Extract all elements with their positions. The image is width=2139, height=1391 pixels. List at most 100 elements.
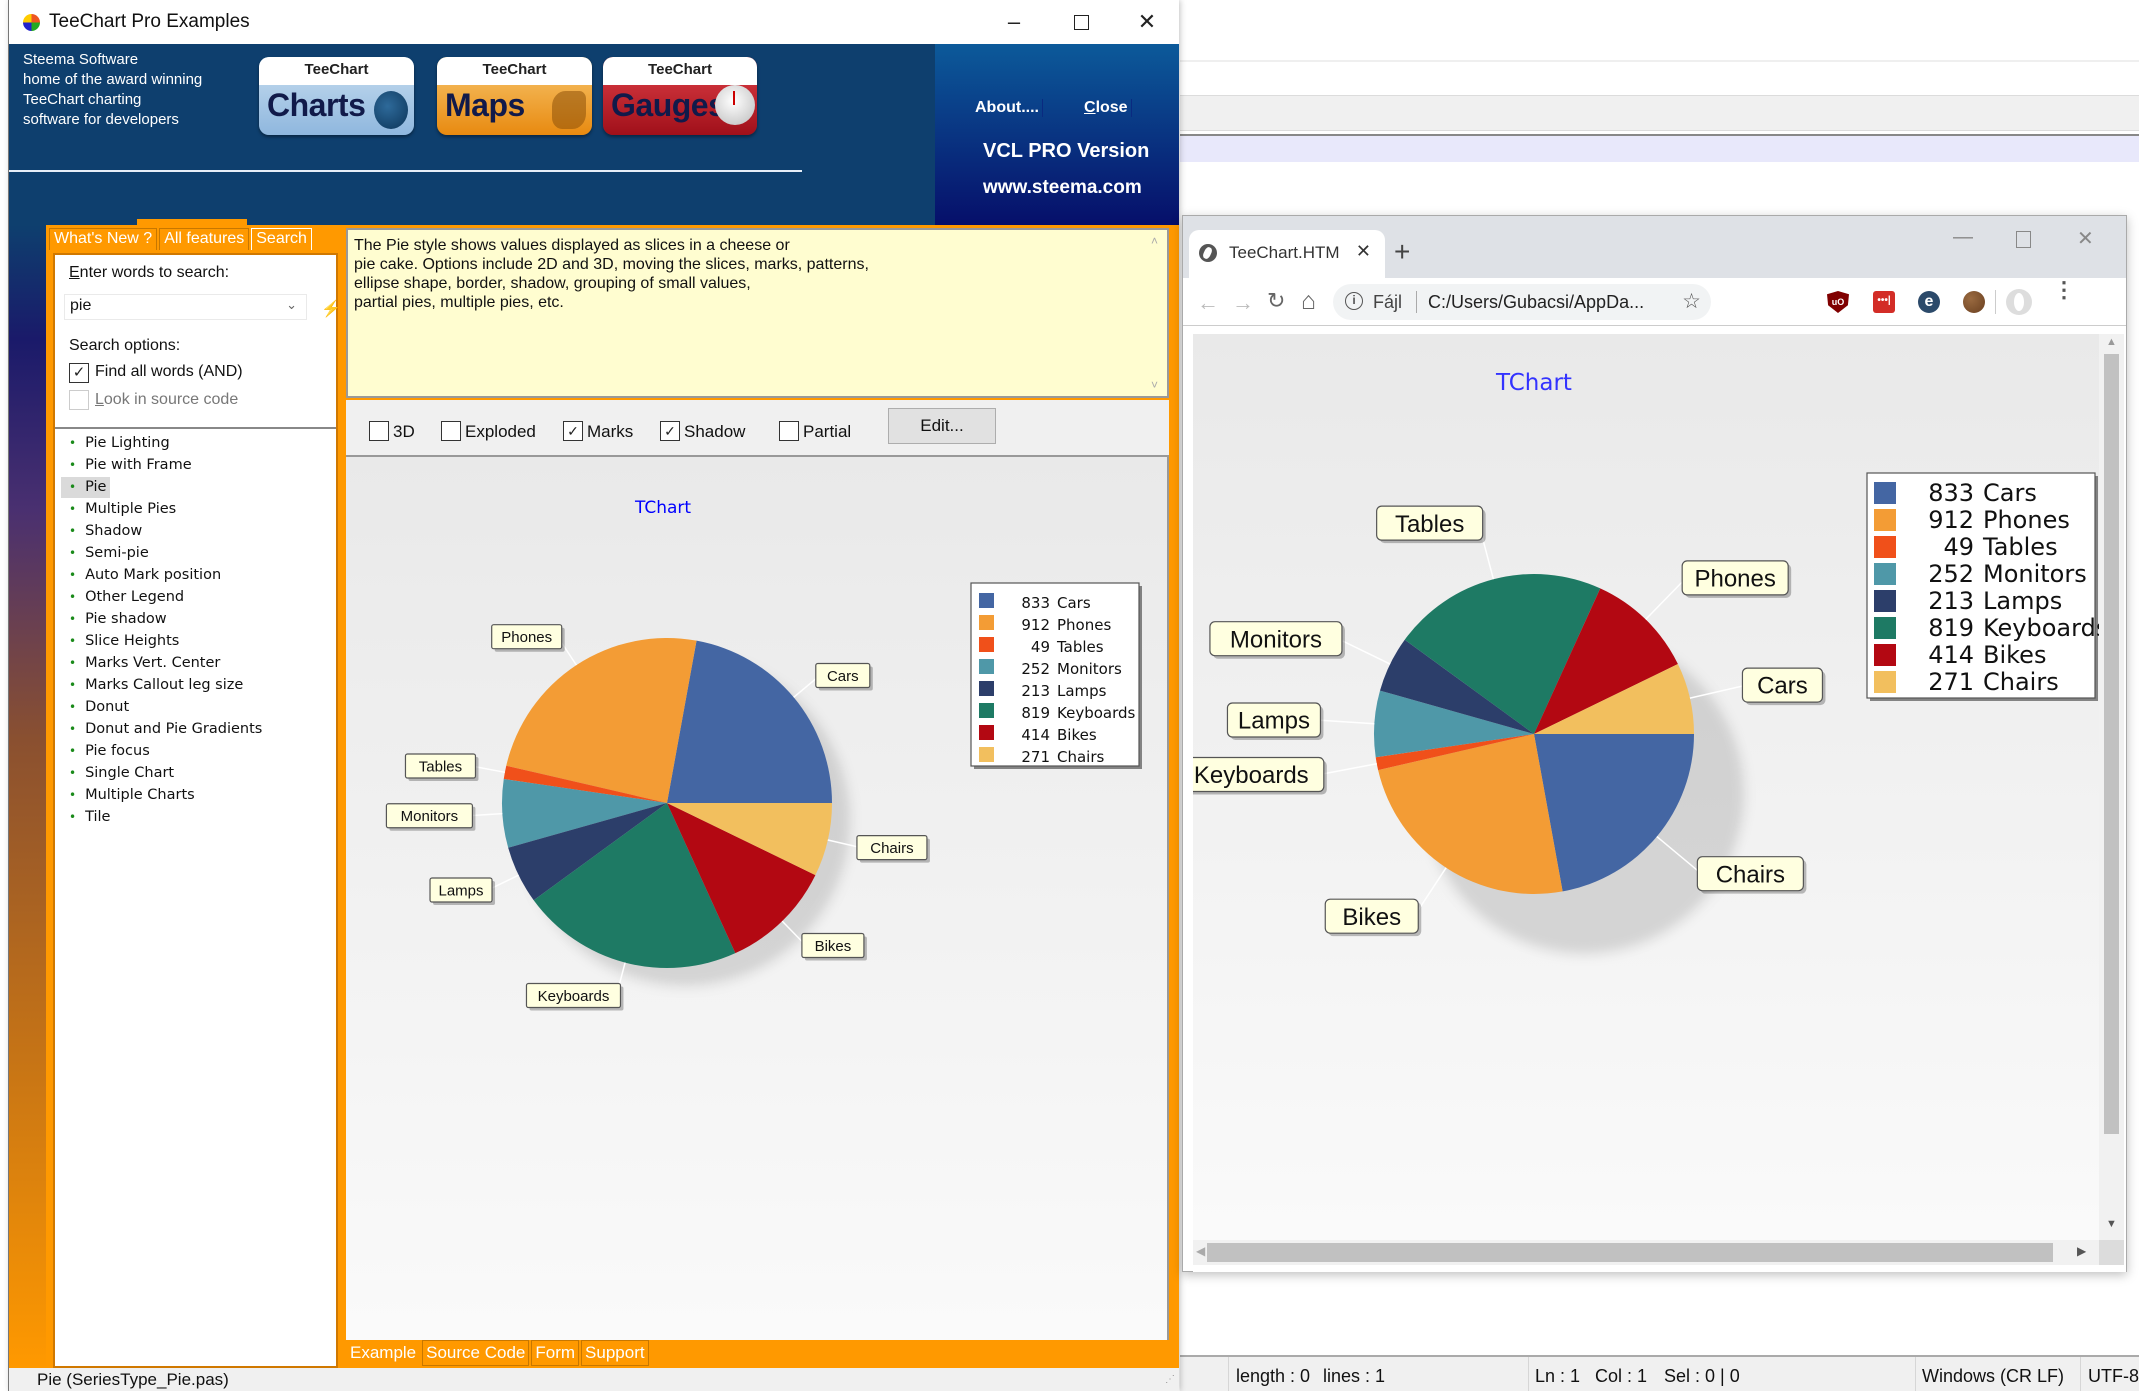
- search-result-item[interactable]: • Auto Mark position: [61, 565, 225, 586]
- app-header: Steema Software home of the award winnin…: [9, 44, 1179, 259]
- chart-title: TChart: [634, 498, 691, 518]
- vertical-scroll-thumb[interactable]: [2104, 354, 2119, 1134]
- close-icon: ✕: [1137, 9, 1157, 34]
- forward-arrow-icon[interactable]: →: [1232, 290, 1254, 316]
- new-tab-button[interactable]: +: [1394, 236, 1410, 268]
- description-scrollbar[interactable]: ˄ ˅: [1147, 230, 1167, 396]
- legend-value: 271: [1021, 748, 1050, 766]
- mark-label: Keyboards: [1194, 762, 1309, 789]
- scroll-down-icon[interactable]: ˅: [1151, 378, 1158, 392]
- bullet-icon: •: [69, 502, 77, 516]
- back-arrow-icon[interactable]: ←: [1197, 290, 1219, 316]
- chevron-down-icon[interactable]: ⌄: [286, 297, 297, 313]
- browser-menu-icon[interactable]: ⋮: [2053, 279, 2075, 301]
- find-all-words-checkbox[interactable]: ✓: [69, 363, 89, 383]
- tab-source-code[interactable]: Source Code: [422, 1340, 530, 1366]
- browser-maximize-button[interactable]: [2016, 231, 2031, 248]
- reload-icon[interactable]: ↻: [1267, 288, 1285, 314]
- tab-example[interactable]: Example: [346, 1340, 420, 1366]
- website-link[interactable]: www.steema.com: [983, 177, 1142, 199]
- search-result-item[interactable]: • Multiple Pies: [61, 499, 180, 520]
- pie-chart-left[interactable]: TChart Cars Phones Tables Monitors Lamps Keybo…: [346, 457, 1167, 1340]
- tab-support[interactable]: Support: [581, 1340, 649, 1366]
- resize-grip-icon[interactable]: ⋰: [1165, 1374, 1175, 1385]
- browser-minimize-button[interactable]: —: [1953, 226, 1973, 249]
- scroll-down-icon[interactable]: ▼: [2106, 1218, 2117, 1230]
- tab-all-features[interactable]: All features: [159, 228, 250, 250]
- info-icon[interactable]: i: [1345, 292, 1363, 310]
- browser-close-button[interactable]: ✕: [2077, 226, 2094, 251]
- maximize-button[interactable]: [1051, 0, 1111, 44]
- close-app-button[interactable]: Close: [1084, 99, 1132, 117]
- tab-search[interactable]: Search: [251, 228, 312, 250]
- search-result-item[interactable]: • Single Chart: [61, 763, 178, 784]
- search-result-item[interactable]: • Marks Vert. Center: [61, 653, 224, 674]
- teechart-charts-button[interactable]: TeeChart Charts: [259, 57, 414, 135]
- search-result-item[interactable]: • Pie focus: [61, 741, 154, 762]
- search-result-item[interactable]: • Pie shadow: [61, 609, 171, 630]
- tagline-line: TeeChart charting: [23, 91, 142, 108]
- close-window-button[interactable]: ✕: [1117, 0, 1177, 44]
- search-input[interactable]: pie ⌄: [64, 294, 307, 320]
- ublock-extension-icon[interactable]: uO: [1827, 291, 1849, 313]
- teechart-gauges-button[interactable]: TeeChart Gauges: [603, 57, 757, 135]
- pie-chart-panel[interactable]: TChart Cars Phones Tables Monitors Lamps Keybo…: [346, 457, 1169, 1340]
- legend-label: Tables: [1982, 533, 2058, 561]
- e-extension-icon[interactable]: e: [1918, 291, 1940, 313]
- editor-encoding[interactable]: UTF-8: [2088, 1366, 2139, 1387]
- search-result-item[interactable]: • Donut: [61, 697, 133, 718]
- search-label-text: nter words to search:: [79, 264, 230, 281]
- scroll-right-icon[interactable]: ▶: [2077, 1244, 2086, 1258]
- search-result-item[interactable]: • Pie with Frame: [61, 455, 196, 476]
- search-result-item[interactable]: • Marks Callout leg size: [61, 675, 247, 696]
- scroll-left-icon[interactable]: ◀: [1196, 1244, 1205, 1258]
- search-result-item[interactable]: • Pie Lighting: [61, 433, 174, 454]
- scroll-up-icon[interactable]: ˄: [1151, 234, 1158, 248]
- mark-label: Phones: [1694, 566, 1775, 593]
- find-all-words-label[interactable]: Find all words (AND): [95, 363, 243, 381]
- search-result-item[interactable]: • Donut and Pie Gradients: [61, 719, 266, 740]
- search-options-label: Search options:: [69, 337, 181, 354]
- search-result-item[interactable]: • Pie: [61, 477, 111, 498]
- search-result-item[interactable]: • Tile: [61, 807, 114, 828]
- about-button[interactable]: About....: [975, 99, 1043, 117]
- look-in-source-checkbox[interactable]: [69, 390, 89, 410]
- mark-callout-line: [1319, 763, 1377, 776]
- horizontal-scrollbar[interactable]: ◀ ▶: [1193, 1240, 2099, 1265]
- legend-value: 49: [1031, 638, 1050, 656]
- close-tab-icon[interactable]: ✕: [1356, 241, 1371, 262]
- horizontal-scroll-thumb[interactable]: [1207, 1243, 2053, 1262]
- search-go-icon[interactable]: ⚡: [321, 299, 341, 319]
- minimize-button[interactable]: –: [984, 0, 1044, 44]
- tab-whats-new[interactable]: What's New ?: [49, 228, 158, 250]
- tab-form[interactable]: Form: [531, 1340, 580, 1366]
- address-bar[interactable]: i Fájl C:/Users/Gubacsi/AppDa... ☆: [1333, 284, 1711, 320]
- editor-eol[interactable]: Windows (CR LF): [1922, 1366, 2064, 1387]
- look-in-source-label[interactable]: Look in source code: [95, 391, 238, 409]
- home-icon[interactable]: ⌂: [1301, 287, 1316, 316]
- legend-swatch-monitors: [979, 659, 994, 674]
- search-result-item[interactable]: • Semi-pie: [61, 543, 153, 564]
- search-result-item[interactable]: • Shadow: [61, 521, 146, 542]
- lastpass-extension-icon[interactable]: •••|: [1873, 291, 1895, 313]
- edit-chart-button[interactable]: Edit...: [888, 408, 996, 444]
- teechart-maps-button[interactable]: TeeChart Maps: [437, 57, 592, 135]
- pie-chart-right[interactable]: TChartChairsBikesKeyboardsLampsMonitorsT…: [1193, 334, 2099, 1240]
- scroll-up-icon[interactable]: ▲: [2106, 336, 2117, 348]
- pie-logo-icon: [374, 91, 408, 129]
- search-result-item[interactable]: • Multiple Charts: [61, 785, 199, 806]
- legend-value: 213: [1928, 587, 1974, 615]
- browser-tab[interactable]: TeeChart.HTM ✕: [1189, 230, 1385, 278]
- web-pie-chart-panel[interactable]: TChart Chairs Bikes Keyboards Lamps Monitors T…: [1193, 334, 2099, 1240]
- cookie-extension-icon[interactable]: [1963, 291, 1985, 313]
- search-result-item[interactable]: • Other Legend: [61, 587, 188, 608]
- legend-label: Bikes: [1057, 726, 1097, 744]
- profile-avatar[interactable]: [2006, 289, 2032, 315]
- vertical-scrollbar[interactable]: ▲ ▼: [2099, 334, 2124, 1240]
- product-name: Maps: [445, 87, 525, 123]
- bookmark-star-icon[interactable]: ☆: [1682, 289, 1701, 314]
- search-result-item[interactable]: • Slice Heights: [61, 631, 183, 652]
- legend-label: Chairs: [1057, 748, 1105, 766]
- editor-selection: Sel : 0 | 0: [1664, 1366, 1740, 1386]
- legend-swatch-tables: [979, 637, 994, 652]
